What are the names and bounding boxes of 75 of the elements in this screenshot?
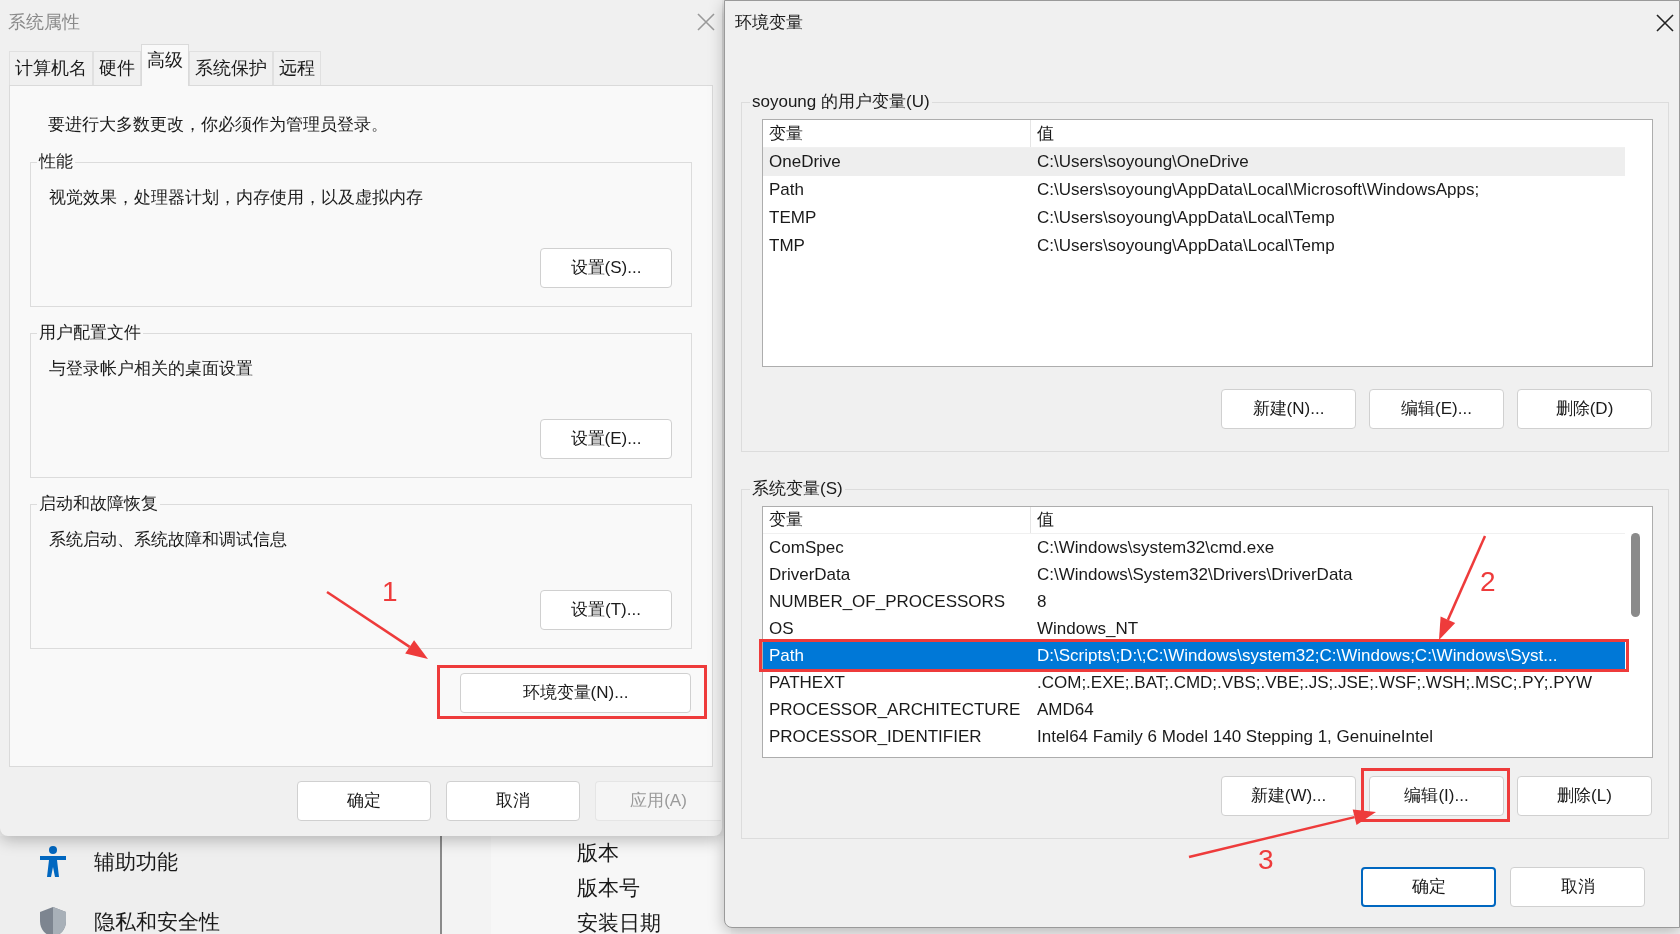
settings-button[interactable]: 设置(T)... — [540, 590, 672, 630]
group-description: 系统启动、系统故障和调试信息 — [49, 529, 287, 551]
tab[interactable]: 系统保护 — [189, 51, 273, 85]
info-label: 安装日期 — [577, 912, 661, 933]
list-row[interactable]: OS Windows_NT — [763, 615, 1139, 642]
column-header[interactable]: 变量 — [763, 120, 1031, 147]
variable-value: C:\Users\soyoung\AppData\Local\Microsoft\WindowsApps; — [1036, 179, 1480, 202]
variable-value: C:\Users\soyoung\OneDrive — [1036, 151, 1249, 174]
tab[interactable]: 高级 — [141, 44, 189, 86]
info-label: 版本号 — [577, 877, 640, 898]
window-title: 系统属性 — [8, 10, 80, 34]
tab[interactable]: 远程 — [273, 51, 321, 85]
list-action-button[interactable]: 新建(W)... — [1221, 776, 1356, 816]
list-row[interactable]: PATHEXT .COM;.EXE;.BAT;.CMD;.VBS;.VBE;.JS;.JSE;.WSF;.WSH;.MSC;.PY;.PYW — [763, 669, 1592, 696]
list-row[interactable]: NUMBER_OF_PROCESSORS 8 — [763, 588, 1047, 615]
variable-value: Intel64 Family 6 Model 140 Stepping 1, GenuineIntel — [1036, 725, 1433, 748]
sidebar-item[interactable]: 辅助功能 — [38, 846, 178, 878]
tab[interactable]: 硬件 — [93, 51, 141, 85]
group-description: 与登录帐户相关的桌面设置 — [49, 358, 253, 380]
variable-name: NUMBER_OF_PROCESSORS — [768, 590, 1007, 613]
variable-value: C:\Users\soyoung\AppData\Local\Temp — [1036, 207, 1335, 230]
list-action-button[interactable]: 编辑(E)... — [1369, 389, 1504, 429]
variable-name: TEMP — [768, 207, 818, 230]
variable-name: Path — [768, 179, 805, 202]
settings-button[interactable]: 设置(E)... — [540, 419, 672, 459]
list-row[interactable]: Path C:\Users\soyoung\AppData\Local\Microsoft\WindowsApps; — [763, 176, 1480, 204]
list-row[interactable]: PROCESSOR_IDENTIFIER Intel64 Family 6 Model 140 Stepping 1, GenuineIntel — [763, 723, 1433, 750]
list-row[interactable]: DriverData C:\Windows\System32\Drivers\DriverData — [763, 561, 1353, 588]
variable-name: PROCESSOR_IDENTIFIER — [768, 725, 983, 748]
tab[interactable]: 计算机名 — [9, 51, 93, 85]
list-row[interactable]: OneDrive C:\Users\soyoung\OneDrive — [763, 148, 1625, 176]
variable-value: D:\Scripts\;D:\;C:\Windows\system32;C:\Windows;C:\Windows\Syst... — [1036, 644, 1558, 667]
variable-name: PATHEXT — [768, 671, 846, 694]
variable-value: AMD64 — [1036, 698, 1094, 721]
variable-value: C:\Windows\system32\cmd.exe — [1036, 536, 1275, 559]
variable-value: .COM;.EXE;.BAT;.CMD;.VBS;.VBE;.JS;.JSE;.WSF;.WSH;.MSC;.PY;.PYW — [1036, 671, 1592, 694]
list-action-button[interactable]: 编辑(I)... — [1369, 776, 1504, 816]
column-header[interactable]: 值 — [1031, 120, 1625, 147]
column-header[interactable]: 值 — [1031, 507, 1625, 533]
group-description: 视觉效果，处理器计划，内存使用，以及虚拟内存 — [49, 187, 423, 209]
step-number: 3 — [1258, 846, 1274, 874]
settings-button[interactable]: 设置(S)... — [540, 248, 672, 288]
sidebar-item[interactable]: 隐私和安全性 — [38, 906, 220, 934]
variable-name: ComSpec — [768, 536, 845, 559]
step-number: 2 — [1480, 568, 1496, 596]
dialog-button[interactable]: 取消 — [1510, 867, 1645, 907]
list-row[interactable]: TEMP C:\Users\soyoung\AppData\Local\Temp — [763, 204, 1335, 232]
environment-variables-button[interactable]: 环境变量(N)... — [460, 673, 691, 713]
sidebar-item-label: 辅助功能 — [94, 849, 178, 876]
dialog-button[interactable]: 取消 — [446, 781, 580, 821]
list-action-button[interactable]: 删除(L) — [1517, 776, 1652, 816]
variable-value: C:\Windows\System32\Drivers\DriverData — [1036, 563, 1353, 586]
variable-name: OneDrive — [768, 151, 842, 174]
list-action-button[interactable]: 删除(D) — [1517, 389, 1652, 429]
column-header[interactable]: 变量 — [763, 507, 1031, 533]
dialog-button[interactable]: 确定 — [1361, 867, 1496, 907]
variable-name: DriverData — [768, 563, 852, 586]
variable-value: Windows_NT — [1036, 617, 1139, 640]
notice-text: 要进行大多数更改，你必须作为管理员登录。 — [47, 114, 389, 136]
variable-value: 8 — [1036, 590, 1047, 613]
info-label: 版本 — [577, 842, 619, 863]
list-row[interactable]: ComSpec C:\Windows\system32\cmd.exe — [763, 534, 1275, 561]
dialog-button[interactable]: 确定 — [297, 781, 431, 821]
list-action-button[interactable]: 新建(N)... — [1221, 389, 1356, 429]
list-row[interactable]: PROCESSOR_ARCHITECTURE AMD64 — [763, 696, 1094, 723]
window-title: 环境变量 — [735, 12, 803, 35]
variable-name: TMP — [768, 235, 806, 258]
sidebar-item-label: 隐私和安全性 — [94, 909, 220, 934]
variable-name: PROCESSOR_ARCHITECTURE — [768, 698, 1022, 721]
list-row[interactable]: Path D:\Scripts\;D:\;C:\Windows\system32;C:\Windows;C:\Windows\Syst... — [763, 642, 1625, 669]
variable-name: OS — [768, 617, 795, 640]
list-row[interactable]: TMP C:\Users\soyoung\AppData\Local\Temp — [763, 232, 1335, 260]
variable-name: Path — [768, 644, 805, 667]
step-number: 1 — [382, 578, 398, 606]
variable-value: C:\Users\soyoung\AppData\Local\Temp — [1036, 235, 1335, 258]
